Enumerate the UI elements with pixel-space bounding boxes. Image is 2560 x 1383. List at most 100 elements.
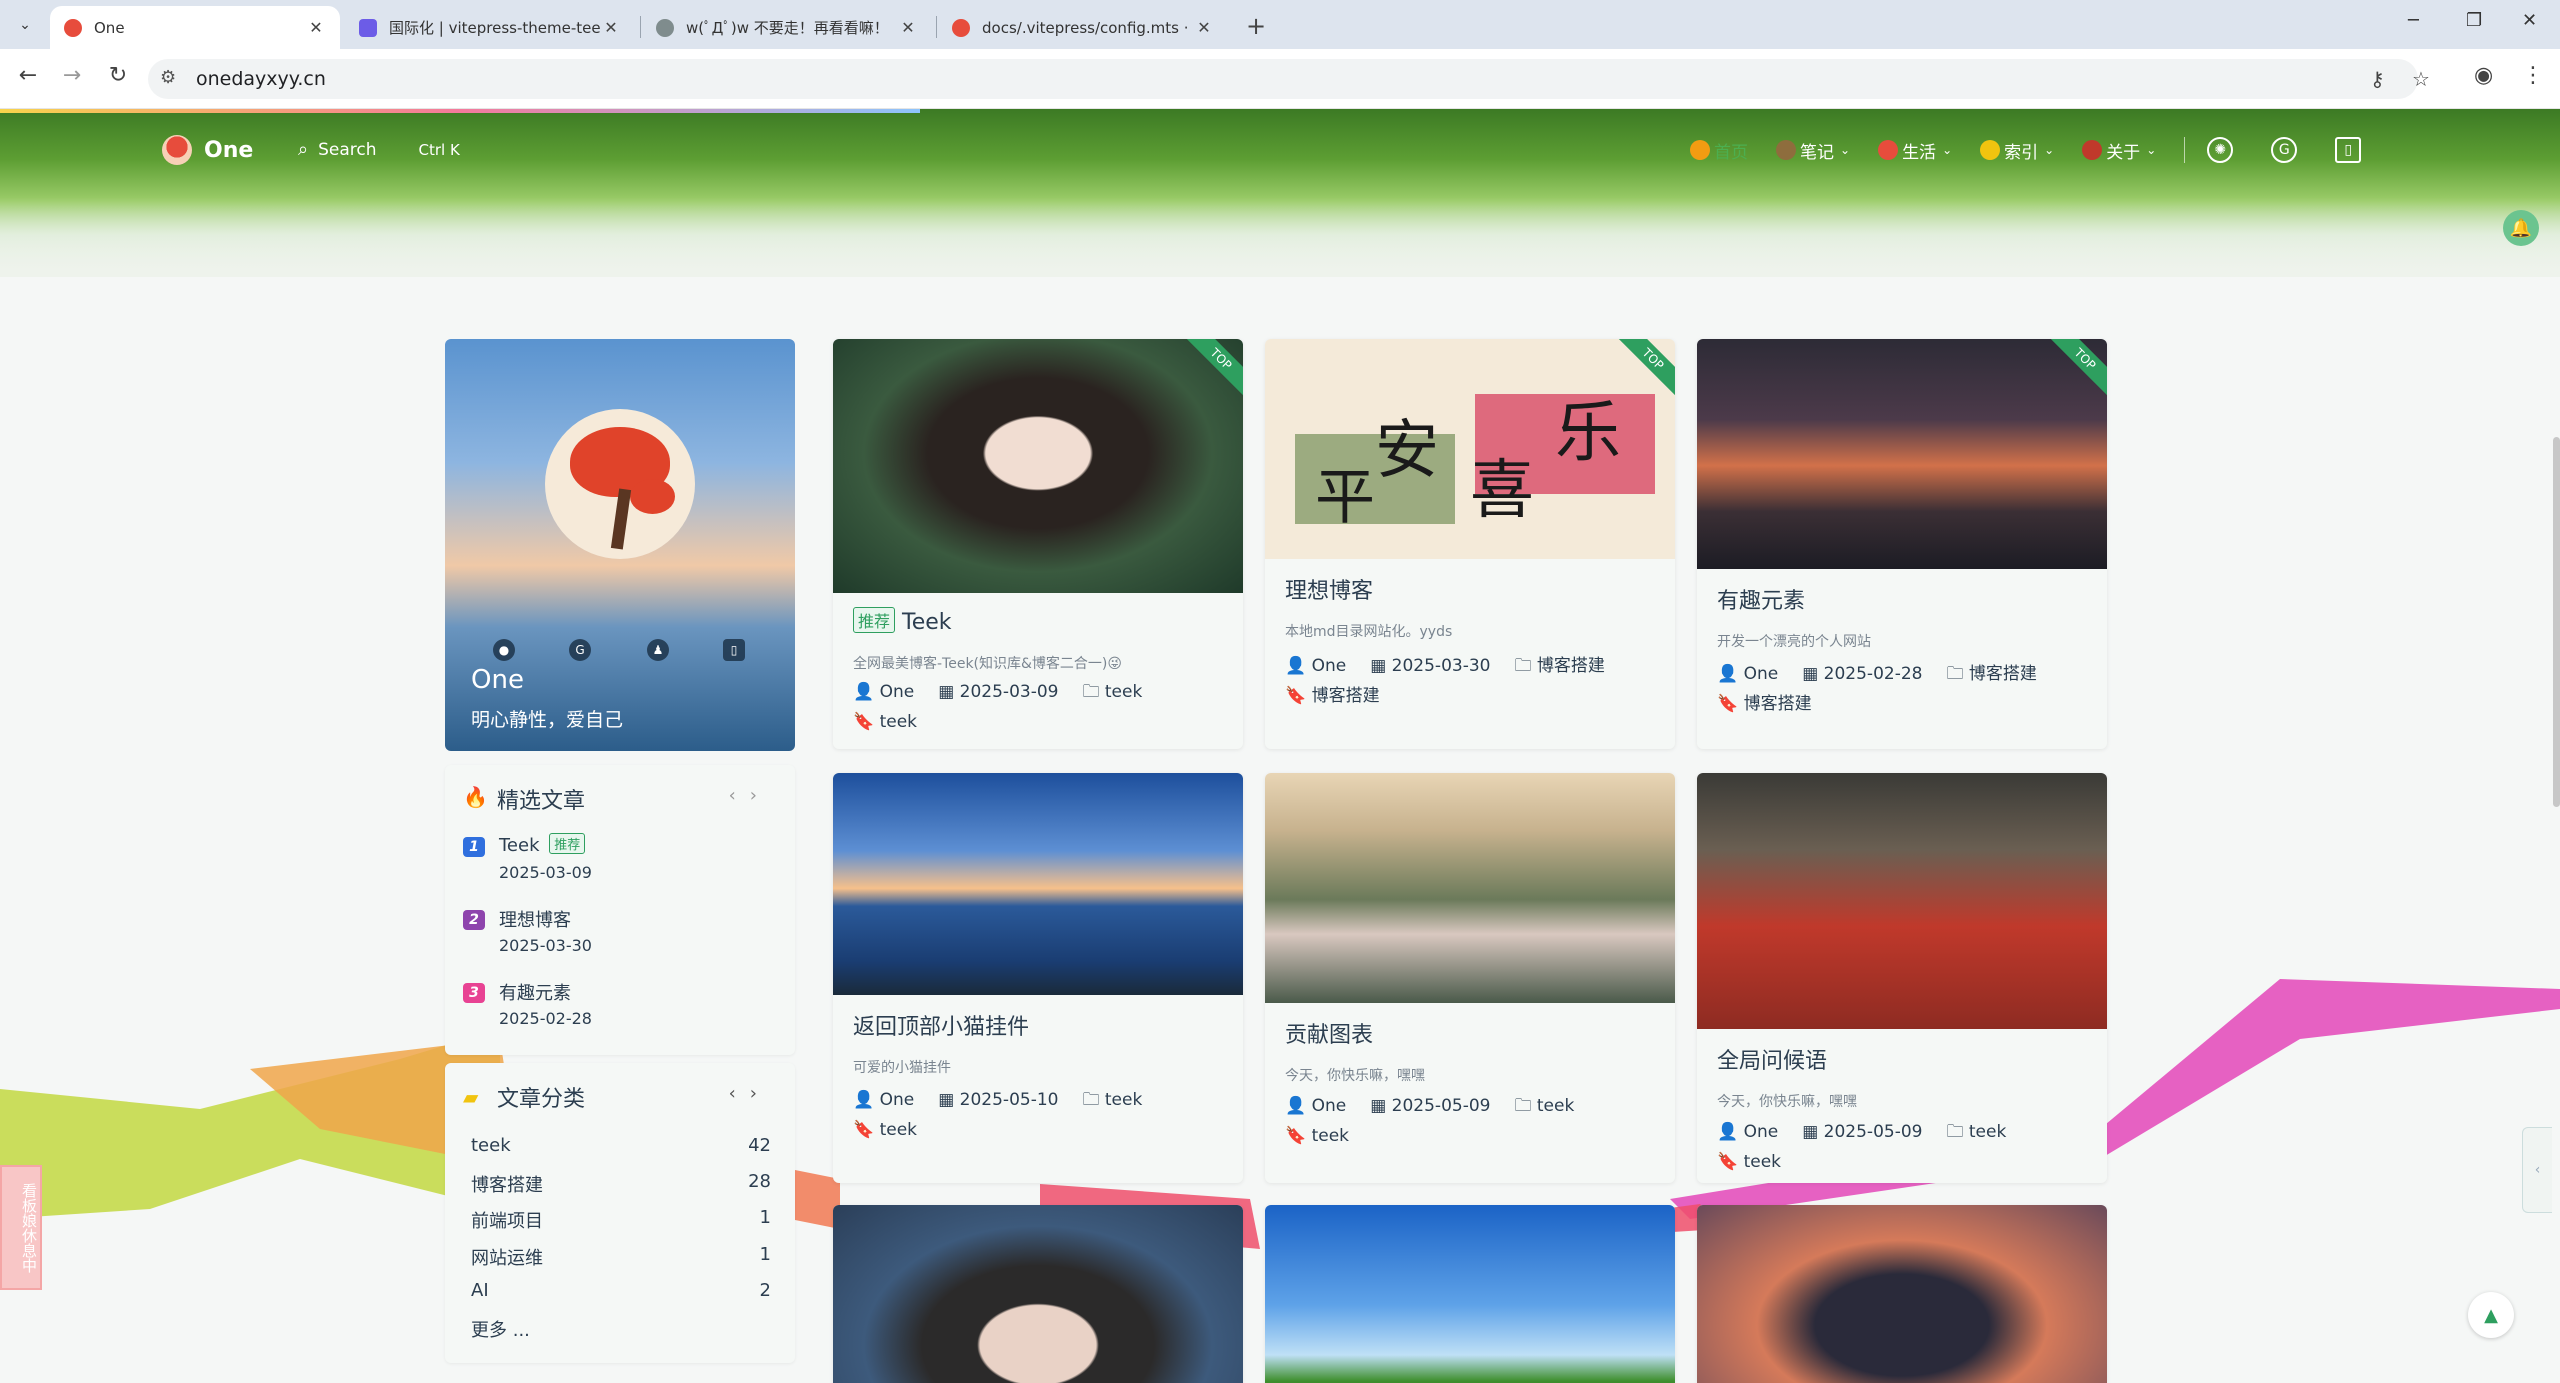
tab-close-icon[interactable]: ✕ [1194,18,1214,37]
live2d-status-tab[interactable]: 看板娘休息中 [0,1165,42,1290]
article-desc: 全网最美博客-Teek(知识库&博客二合一)😜 [853,656,1122,672]
article-card[interactable] [1697,1205,2107,1383]
address-bar-row: ← → ↻ ⚙ onedayxyy.cn ⚷ ☆ ◉ ⋮ [0,49,2560,109]
category-row[interactable]: AI 2 [471,1280,771,1301]
author: 👤 One [853,1090,915,1110]
tag[interactable]: 🔖 博客搭建 [1285,686,1392,706]
category[interactable]: 🗀 teek [1082,682,1154,702]
author: 👤 One [1285,656,1347,676]
site-logo[interactable]: One [162,135,253,165]
nav-notes[interactable]: 笔记 ⌄ [1776,138,1850,163]
qq-icon[interactable]: ♟ [647,639,669,661]
nav-life[interactable]: 生活 ⌄ [1878,138,1952,163]
index-icon [1980,140,2001,160]
fire-icon: 🔥 [463,785,488,809]
article-cover-image [833,1205,1243,1383]
article-cover-image: TOP [1697,339,2107,569]
tab-config[interactable]: docs/.vitepress/config.mts · ✕ [938,6,1228,49]
top-ribbon: TOP [1178,339,1243,402]
tab-i18n[interactable]: 国际化 | vitepress-theme-teek ✕ [345,6,635,49]
article-cover-image: TOP [833,339,1243,593]
article-card[interactable]: TOP 有趣元素 开发一个漂亮的个人网站 👤 One ▦ 2025-02-28 🗀 … [1697,339,2107,749]
category[interactable]: 🗀 博客搭建 [1946,664,2048,684]
gitee-icon[interactable]: G [2271,137,2298,163]
search-button[interactable]: ⌕ Search Ctrl K [298,139,460,160]
github-icon[interactable]: ● [493,639,515,661]
gitee-icon[interactable]: G [569,639,591,661]
article-meta: 👤 One ▦ 2025-05-10 🗀 teek 🔖 teek [853,1085,1227,1145]
nav-index[interactable]: 索引 ⌄ [1980,138,2054,163]
profile-icon[interactable]: ◉ [2474,63,2493,88]
recommend-badge: 推荐 [853,607,896,633]
category[interactable]: 🗀 teek [1946,1122,2018,1142]
new-tab-button[interactable]: + [1246,12,1266,40]
nav-label: 索引 [2004,142,2039,163]
tag[interactable]: 🔖 teek [853,712,929,732]
tab-close-icon[interactable]: ✕ [898,18,918,37]
category[interactable]: 🗀 teek [1514,1096,1586,1116]
forward-icon[interactable]: → [56,63,88,88]
featured-pager[interactable]: ‹› [729,785,771,806]
article-card[interactable]: 贡献图表 今天，你快乐嘛，嘿嘿 👤 One ▦ 2025-05-09 🗀 teek 🔖… [1265,773,1675,1183]
poster-char: 安 [1375,414,1439,488]
tag[interactable]: 🔖 博客搭建 [1717,694,1824,714]
nav-about[interactable]: 关于 ⌄ [2082,138,2156,163]
article-meta: 👤 One ▦ 2025-03-30 🗀 博客搭建 🔖 博客搭建 [1285,651,1659,711]
site-info-icon[interactable]: ⚙ [160,67,176,88]
article-meta: 👤 One ▦ 2025-05-09 🗀 teek 🔖 teek [1717,1117,2091,1177]
rank-badge: 3 [463,983,485,1003]
categories-more-link[interactable]: 更多 ... [471,1316,771,1342]
profile-name: One [471,665,524,695]
category-row[interactable]: 博客搭建 28 [471,1171,771,1197]
url-text[interactable]: onedayxyy.cn [196,68,326,90]
side-drawer-handle[interactable]: ‹ [2522,1127,2552,1213]
chevron-down-icon: ⌄ [2044,143,2055,157]
category-row[interactable]: 前端项目 1 [471,1207,771,1233]
article-card[interactable] [1265,1205,1675,1383]
article-card[interactable]: 平 安 喜 乐 TOP 理想博客 本地md目录网站化。yyds 👤 One ▦ 2… [1265,339,1675,749]
category[interactable]: 🗀 博客搭建 [1514,656,1616,676]
article-desc: 今天，你快乐嘛，嘿嘿 [1285,1068,1425,1084]
back-to-top-button[interactable]: ▲ [2468,1292,2514,1338]
tab-favicon-icon [359,18,377,37]
category-row[interactable]: teek 42 [471,1135,771,1156]
phone-icon[interactable]: ▯ [723,639,745,661]
back-icon[interactable]: ← [12,63,44,88]
bookmark-star-icon[interactable]: ☆ [2412,67,2430,91]
folder-icon: ▰ [463,1085,479,1109]
nav-home[interactable]: 首页 [1690,138,1748,163]
password-key-icon[interactable]: ⚷ [2370,67,2385,91]
close-window-icon[interactable]: ✕ [2522,10,2537,31]
minimize-icon[interactable]: ─ [2408,10,2419,31]
reload-icon[interactable]: ↻ [102,63,134,88]
tag[interactable]: 🔖 teek [1717,1152,1793,1172]
page-scrollbar[interactable] [2553,437,2560,807]
article-card[interactable]: 返回顶部小猫挂件 可爱的小猫挂件 👤 One ▦ 2025-05-10 🗀 teek… [833,773,1243,1183]
article-card[interactable] [833,1205,1243,1383]
tab-search-button[interactable]: ⌄ [12,12,38,38]
tab-one[interactable]: One ✕ [50,6,340,49]
search-label: Search [318,139,377,160]
menu-kebab-icon[interactable]: ⋮ [2522,63,2544,88]
article-cover-image [1265,1205,1675,1383]
tab-close-icon[interactable]: ✕ [601,18,621,37]
tag[interactable]: 🔖 teek [853,1120,929,1140]
restore-icon[interactable]: ❐ [2466,10,2482,31]
theme-color-icon[interactable]: ✺ [2207,137,2234,163]
tab-dont-leave[interactable]: w(ﾟДﾟ)w 不要走！再看看嘛！ ✕ [642,6,932,49]
notification-bell-icon[interactable]: 🔔 [2503,210,2539,246]
tag[interactable]: 🔖 teek [1285,1126,1361,1146]
categories-pager[interactable]: ‹› [729,1083,771,1104]
omnibox[interactable]: ⚙ onedayxyy.cn ⚷ ☆ [148,59,2430,99]
article-title: 贡献图表 [1285,1023,1374,1048]
article-card[interactable]: TOP 推荐 Teek 全网最美博客-Teek(知识库&博客二合一)😜 👤 On… [833,339,1243,749]
reading-progress-bar [0,109,920,113]
tab-title: 国际化 | vitepress-theme-teek [389,19,601,37]
layout-toggle-icon[interactable]: ▯ [2335,137,2362,163]
banner-fade [0,197,2560,277]
category-row[interactable]: 网站运维 1 [471,1244,771,1270]
article-card[interactable]: 全局问候语 今天，你快乐嘛，嘿嘿 👤 One ▦ 2025-05-09 🗀 teek… [1697,773,2107,1183]
category[interactable]: 🗀 teek [1082,1090,1154,1110]
about-icon [2082,140,2103,160]
tab-close-icon[interactable]: ✕ [306,18,326,37]
